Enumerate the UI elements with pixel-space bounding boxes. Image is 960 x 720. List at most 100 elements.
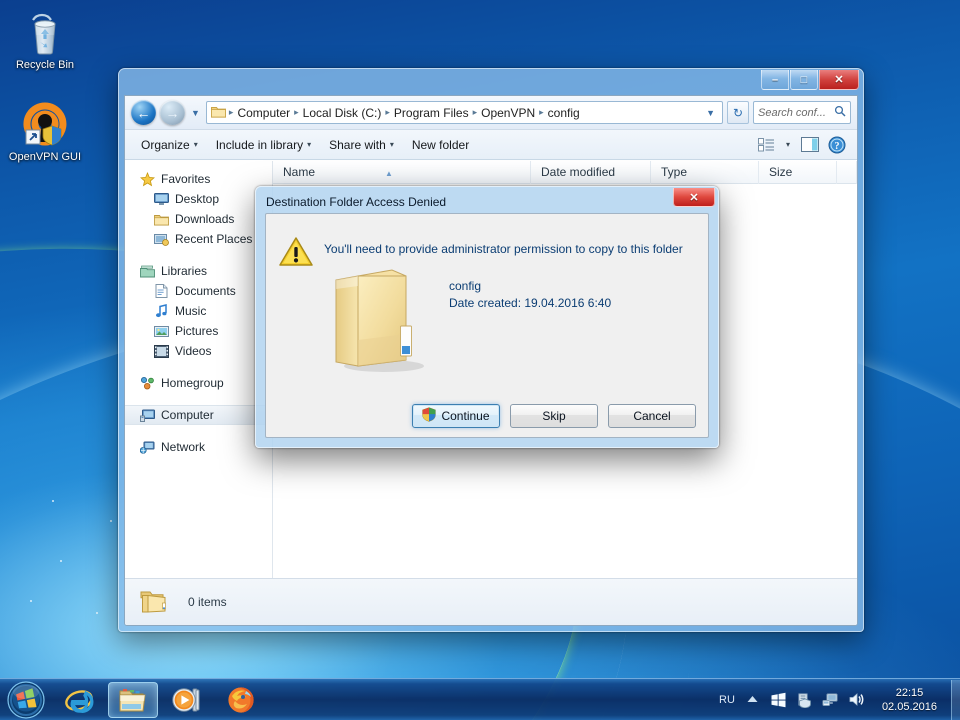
- show-desktop-button[interactable]: [951, 679, 960, 720]
- close-button[interactable]: ✕: [819, 70, 859, 90]
- taskbar: RU 22:15 02.05.2016: [0, 678, 960, 720]
- new-folder-button[interactable]: New folder: [404, 134, 477, 156]
- taskbar-button-internet-explorer[interactable]: [54, 682, 104, 718]
- dialog-title-bar[interactable]: Destination Folder Access Denied ✕: [260, 188, 715, 213]
- desktop-icon-label: Recycle Bin: [15, 59, 75, 71]
- include-in-library-button[interactable]: Include in library ▾: [208, 134, 319, 156]
- breadcrumb-program-files[interactable]: Program Files: [391, 106, 472, 120]
- sidebar-label: Network: [161, 440, 206, 454]
- status-item-count: 0 items: [188, 595, 227, 609]
- column-header-size[interactable]: Size: [759, 160, 837, 184]
- svg-text:?: ?: [835, 141, 840, 152]
- network-icon[interactable]: [822, 691, 839, 708]
- volume-icon[interactable]: [848, 691, 865, 708]
- continue-label: Continue: [441, 409, 490, 423]
- column-header-row: Name ▲ Date modified Type Size: [273, 160, 857, 184]
- refresh-button[interactable]: ↻: [727, 101, 749, 124]
- breadcrumb-local-disk[interactable]: Local Disk (C:): [300, 106, 385, 120]
- sidebar-label: Documents: [175, 284, 236, 298]
- desktop-icon-openvpn-gui[interactable]: OpenVPN GUI: [2, 100, 88, 164]
- breadcrumb-config[interactable]: config: [545, 106, 583, 120]
- maximize-button[interactable]: □: [790, 70, 818, 90]
- search-input[interactable]: Search conf...: [753, 101, 851, 124]
- libraries-icon: [139, 263, 155, 279]
- status-bar: 0 items: [125, 578, 857, 625]
- folder-icon: [210, 105, 226, 121]
- sidebar-item-documents[interactable]: Documents: [125, 281, 272, 301]
- forward-button[interactable]: →: [160, 100, 185, 125]
- breadcrumb-openvpn[interactable]: OpenVPN: [478, 106, 538, 120]
- folder-icon: [153, 211, 169, 227]
- preview-pane-icon[interactable]: [798, 134, 822, 156]
- sidebar-label: Recent Places: [175, 232, 253, 246]
- sidebar-item-network[interactable]: Network: [125, 437, 272, 457]
- address-bar[interactable]: ▸ Computer ▸ Local Disk (C:) ▸ Program F…: [205, 101, 723, 124]
- desktop-icon: [153, 191, 169, 207]
- videos-icon: [153, 343, 169, 359]
- skip-button[interactable]: Skip: [510, 404, 598, 428]
- column-header-date-modified[interactable]: Date modified: [531, 160, 651, 184]
- dialog-button-row: Continue Skip Cancel: [412, 404, 696, 428]
- sidebar-item-favorites[interactable]: Favorites: [125, 169, 272, 189]
- taskbar-button-windows-media-player[interactable]: [162, 682, 212, 718]
- start-button[interactable]: [2, 680, 50, 720]
- file-name: config: [449, 279, 482, 293]
- breadcrumb-computer[interactable]: Computer: [234, 106, 293, 120]
- network-icon: [139, 439, 155, 455]
- view-list-icon[interactable]: [754, 134, 778, 156]
- back-button[interactable]: ←: [131, 100, 156, 125]
- command-toolbar: Organize ▾ Include in library ▾ Share wi…: [125, 130, 857, 160]
- sidebar-label: Downloads: [175, 212, 235, 226]
- share-with-button[interactable]: Share with ▾: [321, 134, 402, 156]
- sidebar-item-computer[interactable]: Computer: [125, 405, 272, 425]
- dialog-close-button[interactable]: ✕: [673, 188, 715, 207]
- column-header-type[interactable]: Type: [651, 160, 759, 184]
- organize-button[interactable]: Organize ▾: [133, 134, 206, 156]
- recent-pages-icon[interactable]: ▼: [189, 108, 202, 118]
- language-indicator[interactable]: RU: [719, 694, 735, 706]
- star-icon: [139, 171, 155, 187]
- window-controls: – □ ✕: [760, 70, 859, 90]
- taskbar-button-windows-explorer[interactable]: [108, 681, 158, 718]
- clock[interactable]: 22:15 02.05.2016: [874, 686, 945, 714]
- chevron-down-icon: ▾: [389, 140, 394, 149]
- toolbar-right-group: ▾ ?: [754, 134, 849, 156]
- sidebar-label: Homegroup: [161, 376, 224, 390]
- sidebar-item-videos[interactable]: Videos: [125, 341, 272, 361]
- show-hidden-icons-button[interactable]: [744, 691, 761, 708]
- cancel-button[interactable]: Cancel: [608, 404, 696, 428]
- sidebar-item-music[interactable]: Music: [125, 301, 272, 321]
- documents-icon: [153, 283, 169, 299]
- sidebar-item-desktop[interactable]: Desktop: [125, 189, 272, 209]
- sidebar-item-homegroup[interactable]: Homegroup: [125, 373, 272, 393]
- windows-flag-icon[interactable]: [770, 691, 787, 708]
- status-folder-icon: [139, 587, 170, 618]
- help-icon[interactable]: ?: [825, 134, 849, 156]
- chevron-down-icon[interactable]: ▼: [702, 108, 719, 118]
- desktop-icon-recycle-bin[interactable]: Recycle Bin: [2, 8, 88, 72]
- sidebar-item-recent-places[interactable]: Recent Places: [125, 229, 272, 249]
- desktop-icon-label: OpenVPN GUI: [8, 151, 82, 163]
- homegroup-icon: [139, 375, 155, 391]
- sort-ascending-icon: ▲: [385, 168, 393, 178]
- minimize-button[interactable]: –: [761, 70, 789, 90]
- chevron-down-icon: ▾: [193, 140, 198, 149]
- column-header-name[interactable]: Name ▲: [273, 160, 531, 184]
- file-date-created: Date created: 19.04.2016 6:40: [449, 296, 612, 310]
- pictures-icon: [153, 323, 169, 339]
- sidebar-item-libraries[interactable]: Libraries: [125, 261, 272, 281]
- action-center-icon[interactable]: [796, 691, 813, 708]
- file-info: config Date created: 19.04.2016 6:40: [449, 278, 611, 312]
- column-header-filler: [837, 160, 857, 184]
- dialog-heading: You'll need to provide administrator per…: [324, 242, 683, 256]
- taskbar-button-firefox[interactable]: [216, 682, 266, 718]
- view-dropdown-icon[interactable]: ▾: [781, 134, 795, 156]
- continue-button[interactable]: Continue: [412, 404, 500, 428]
- music-icon: [153, 303, 169, 319]
- search-icon: [834, 105, 846, 120]
- sidebar-item-downloads[interactable]: Downloads: [125, 209, 272, 229]
- sidebar-label: Favorites: [161, 172, 211, 186]
- computer-icon: [139, 407, 155, 423]
- sidebar-item-pictures[interactable]: Pictures: [125, 321, 272, 341]
- chevron-down-icon: ▾: [307, 140, 312, 149]
